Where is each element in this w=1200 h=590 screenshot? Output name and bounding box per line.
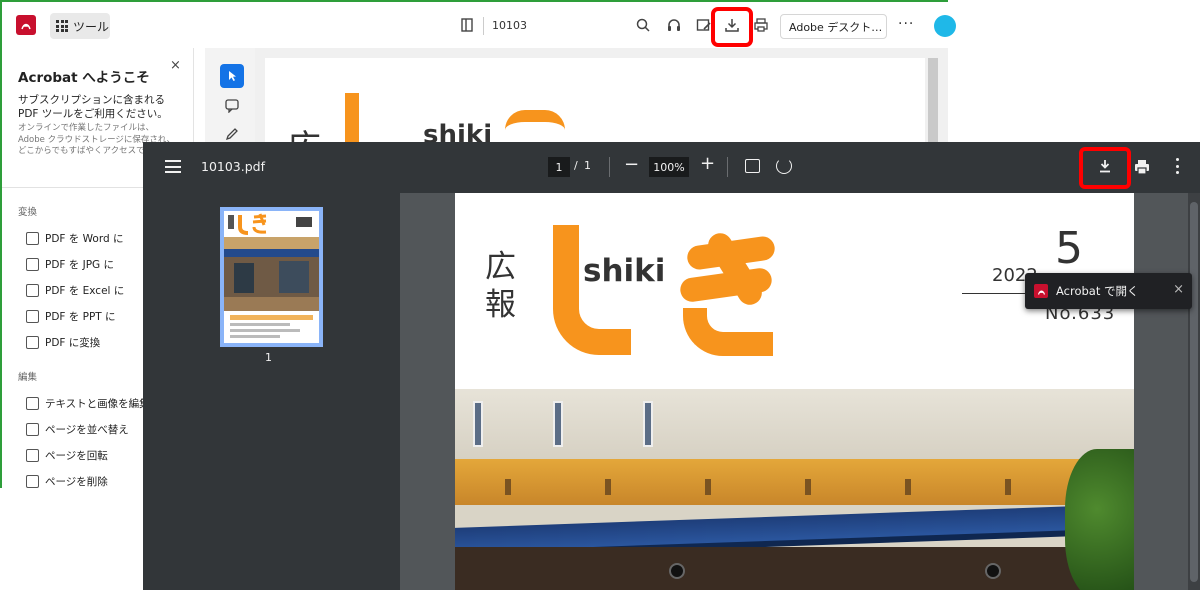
tool-pdf-to-ppt[interactable]: PDF を PPT に <box>26 309 116 324</box>
masthead-shi-preview <box>345 93 375 148</box>
masthead-kanji: 広 報 <box>485 249 516 323</box>
zoom-out-button[interactable]: − <box>624 154 639 175</box>
photo-beam-detail <box>455 479 1134 495</box>
page-number-input[interactable]: 1 <box>548 157 570 177</box>
tool-pdf-to-word[interactable]: PDF を Word に <box>26 231 123 246</box>
fit-to-page-icon[interactable] <box>745 159 760 173</box>
toast-close-icon[interactable]: × <box>1173 282 1184 297</box>
viewer-filename: 10103.pdf <box>201 159 266 174</box>
image-file-icon <box>26 258 39 271</box>
acrobat-toolbar: ツール 10103 Adobe デスクト… ··· <box>0 2 956 48</box>
acrobat-filename: 10103 <box>492 19 527 32</box>
tool-label: テキストと画像を編集 <box>45 398 150 410</box>
masthead-shi-glyph <box>553 225 631 355</box>
document-page: 広 報 shiki 5 2022 No.633 <box>455 193 1134 590</box>
tool-label: ページを回転 <box>45 450 108 462</box>
pdf-viewer-window: 10103.pdf 1 / 1 − 100% + 1 広 報 shiki 5 2… <box>143 142 1200 590</box>
tools-label: ツール <box>73 19 110 34</box>
tool-reorder-pages[interactable]: ページを並べ替え <box>26 422 129 437</box>
tool-rotate-pages[interactable]: ページを回転 <box>26 448 108 463</box>
section-edit-label: 編集 <box>18 372 38 383</box>
photo-tree <box>1065 449 1134 590</box>
tool-label: PDF を Excel に <box>45 285 125 297</box>
cover-photo <box>455 389 1134 590</box>
more-actions-icon[interactable] <box>1168 157 1186 175</box>
tool-pdf-to-excel[interactable]: PDF を Excel に <box>26 283 124 298</box>
toolbar-divider <box>727 157 728 177</box>
thumbnail-preview-image <box>224 211 319 343</box>
photo-lamp <box>669 563 685 579</box>
file-convert-icon <box>26 310 39 323</box>
open-in-acrobat-label: Acrobat で開く <box>1056 284 1139 298</box>
tool-convert-to-pdf[interactable]: PDF に変換 <box>26 335 100 350</box>
search-icon[interactable] <box>634 16 652 34</box>
page-thumbnail[interactable] <box>220 207 323 347</box>
draw-tool-icon[interactable] <box>225 126 239 141</box>
tool-label: ページを削除 <box>45 476 108 488</box>
welcome-description: サブスクリプションに含まれる PDF ツールをご利用ください。 <box>18 94 168 120</box>
acrobat-logo-icon[interactable] <box>16 15 36 35</box>
tools-button[interactable]: ツール <box>50 13 110 39</box>
comment-tool-icon[interactable] <box>225 98 239 114</box>
section-convert-label: 変換 <box>18 207 38 218</box>
toolbar-divider <box>483 17 484 35</box>
toolbar-divider <box>609 157 610 177</box>
grid-icon <box>56 20 68 32</box>
masthead-shiki: shiki <box>583 253 666 289</box>
tool-label: PDF を Word に <box>45 233 124 245</box>
file-convert-icon <box>26 284 39 297</box>
photo-lamp <box>985 563 1001 579</box>
thumbnail-page-number: 1 <box>265 351 272 364</box>
print-icon[interactable] <box>752 16 770 34</box>
acrobat-logo-icon <box>1034 284 1048 298</box>
rotate-page-icon <box>26 449 39 462</box>
rotate-icon[interactable] <box>776 158 792 174</box>
photo-window <box>553 401 563 447</box>
select-tool-icon[interactable] <box>220 64 244 88</box>
file-convert-icon <box>26 232 39 245</box>
zoom-in-button[interactable]: + <box>700 153 715 174</box>
welcome-close-icon[interactable]: × <box>170 58 181 73</box>
photo-storefront <box>455 547 1134 590</box>
photo-window <box>643 401 653 447</box>
menu-icon[interactable] <box>165 160 181 173</box>
thumbnail-sidebar: 1 <box>143 193 400 590</box>
zoom-level-input[interactable]: 100% <box>649 157 689 177</box>
tool-pdf-to-jpg[interactable]: PDF を JPG に <box>26 257 114 272</box>
download-highlight-box <box>1079 147 1131 189</box>
edit-text-icon <box>26 397 39 410</box>
tool-edit-text-images[interactable]: テキストと画像を編集 <box>26 396 150 411</box>
tool-rail-gap <box>193 48 205 148</box>
adobe-desktop-button[interactable]: Adobe デスクト… <box>780 14 887 39</box>
tool-label: PDF を JPG に <box>45 259 115 271</box>
acrobat-scrollbar[interactable] <box>928 58 938 148</box>
tool-label: PDF を PPT に <box>45 311 116 323</box>
tool-label: ページを並べ替え <box>45 424 129 436</box>
tool-label: PDF に変換 <box>45 337 101 349</box>
more-options-icon[interactable]: ··· <box>898 16 914 32</box>
read-aloud-icon[interactable] <box>665 16 683 34</box>
pdf-file-icon <box>26 336 39 349</box>
acrobat-document-page: 広 shiki <box>265 58 925 148</box>
photo-window <box>473 401 483 447</box>
issue-volume: 5 <box>1055 223 1083 274</box>
delete-page-icon <box>26 475 39 488</box>
avatar[interactable] <box>934 15 956 37</box>
welcome-title: Acrobat へようこそ <box>18 70 150 86</box>
viewer-scrollbar-thumb[interactable] <box>1190 202 1198 582</box>
print-icon[interactable] <box>1133 158 1151 176</box>
reorder-pages-icon <box>26 423 39 436</box>
open-in-acrobat-toast[interactable]: Acrobat で開く × <box>1025 273 1192 309</box>
tool-delete-pages[interactable]: ページを削除 <box>26 474 108 489</box>
masthead-ki-glyph-stroke <box>683 308 773 356</box>
download-highlight-box <box>711 7 753 47</box>
page-thumbnails-icon[interactable] <box>458 16 476 34</box>
page-separator: / <box>574 159 578 172</box>
page-total: 1 <box>584 159 591 172</box>
viewer-toolbar: 10103.pdf 1 / 1 − 100% + <box>143 142 1200 193</box>
